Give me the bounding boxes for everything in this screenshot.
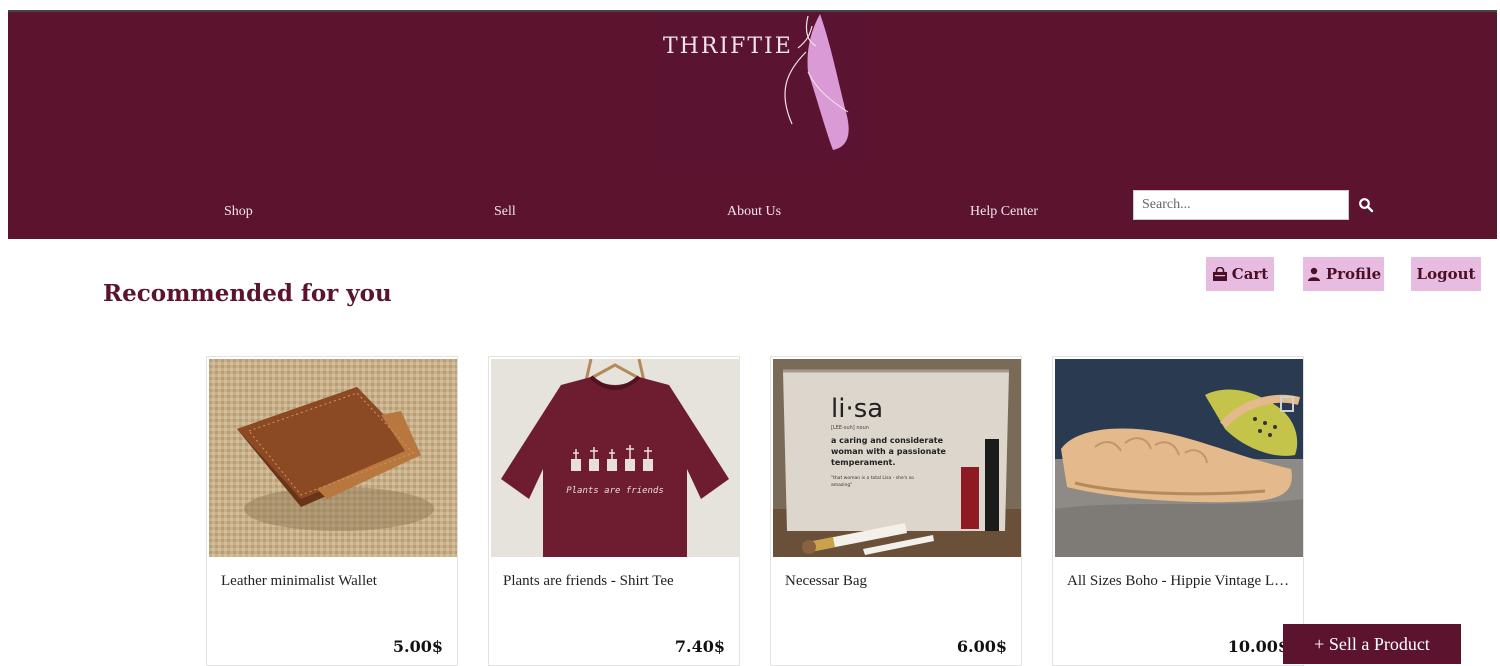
bag-definition-line-3: temperament. [831, 458, 895, 467]
product-card[interactable]: Leather minimalist Wallet 5.00$ [206, 356, 458, 666]
product-name[interactable]: Necessar Bag [785, 573, 1010, 590]
logout-button[interactable]: Logout [1411, 257, 1481, 291]
product-card[interactable]: li·sa [LEE-suh] noun a caring and consid… [770, 356, 1022, 666]
product-card[interactable]: Plants are friends Plants are friends - … [488, 356, 740, 666]
nav-sell[interactable]: Sell [494, 204, 516, 220]
sell-product-button[interactable]: + Sell a Product [1283, 624, 1461, 664]
nav-help-center[interactable]: Help Center [970, 204, 1038, 220]
logo-text: THRIFTIE [663, 34, 793, 59]
shopping-bag-icon [1212, 267, 1227, 281]
cart-label: Cart [1231, 265, 1269, 283]
product-image-tee[interactable]: Plants are friends [491, 359, 739, 557]
bag-word: li·sa [831, 394, 883, 424]
product-price: 10.00$ [1227, 637, 1289, 656]
bag-definition-line-1: a caring and considerate [831, 436, 944, 445]
search-button[interactable] [1358, 197, 1374, 213]
product-card[interactable]: All Sizes Boho - Hippie Vintage Leather … [1052, 356, 1304, 666]
product-image-wallet[interactable] [209, 359, 457, 557]
product-price: 6.00$ [956, 637, 1007, 656]
nav-shop[interactable]: Shop [224, 204, 253, 220]
product-price: 7.40$ [674, 637, 725, 656]
search-icon [1359, 198, 1374, 213]
search-input[interactable] [1133, 190, 1349, 220]
product-name[interactable]: Plants are friends - Shirt Tee [503, 573, 728, 590]
bag-quote-line-2: amazing" [831, 482, 852, 488]
cart-button[interactable]: Cart [1206, 257, 1274, 291]
nav-about-us[interactable]: About Us [727, 204, 781, 220]
bag-definition-line-2: woman with a passionate [831, 447, 947, 456]
user-icon [1307, 267, 1320, 281]
profile-button[interactable]: Profile [1303, 257, 1384, 291]
section-title: Recommended for you [103, 280, 392, 307]
profile-label: Profile [1325, 265, 1382, 283]
bag-quote-line-1: "that woman is a total Lisa - she's so [831, 475, 914, 481]
tee-print-text: Plants are friends [566, 486, 664, 496]
site-header: THRIFTIE Shop Sell About Us Help Center [8, 10, 1497, 239]
brand-logo[interactable]: THRIFTIE [658, 12, 868, 162]
product-name[interactable]: Leather minimalist Wallet [221, 573, 446, 590]
product-name[interactable]: All Sizes Boho - Hippie Vintage Leather … [1067, 573, 1292, 590]
bag-phonetic: [LEE-suh] noun [831, 425, 869, 431]
product-image-sandals[interactable] [1055, 359, 1303, 557]
product-image-bag[interactable]: li·sa [LEE-suh] noun a caring and consid… [773, 359, 1021, 557]
product-price: 5.00$ [392, 637, 443, 656]
